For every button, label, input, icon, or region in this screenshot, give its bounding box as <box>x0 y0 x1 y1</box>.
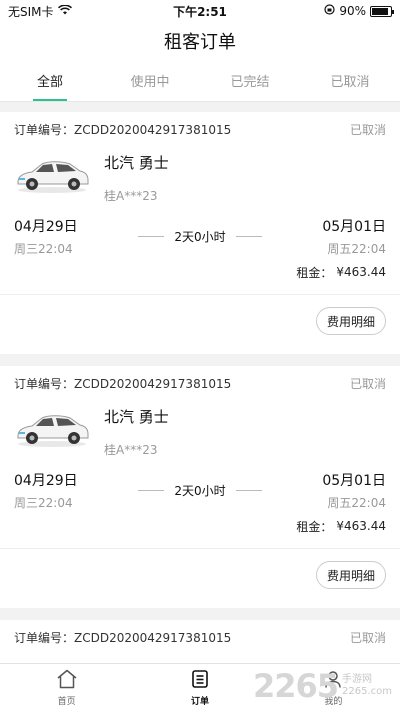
site-watermark: 2265 手游网 2265.com <box>253 667 392 705</box>
order-icon <box>190 669 210 692</box>
bottom-tab-label: 订单 <box>190 696 209 707</box>
car-name: 北汽 勇士 <box>104 408 169 426</box>
start-weekday-time: 周三22:04 <box>14 241 73 256</box>
status-right: 90% <box>324 4 394 18</box>
end-weekday-time: 周五22:04 <box>327 241 386 256</box>
license-plate: 桂A***23 <box>104 443 158 457</box>
bottom-tab-home[interactable]: 首页 <box>0 664 133 711</box>
bottom-tab-label: 首页 <box>57 696 76 707</box>
start-weekday-time: 周三22:04 <box>14 495 73 510</box>
car-image <box>14 146 90 202</box>
status-bar: 无SIM卡 下午2:51 90% <box>0 0 400 22</box>
order-status: 已取消 <box>349 630 386 645</box>
order-list: 订单编号：ZCDD2020042917381015 已取消 北汽 勇士 桂A**… <box>0 112 400 692</box>
status-left: 无SIM卡 <box>8 3 72 20</box>
order-card[interactable]: 订单编号：ZCDD2020042917381015 已取消 北汽 勇士 桂A**… <box>0 112 400 354</box>
tab-in-use[interactable]: 使用中 <box>100 60 200 101</box>
car-image <box>14 400 90 456</box>
watermark-text-cn: 手游网 <box>342 674 372 685</box>
car-info: 北汽 勇士 桂A***23 <box>104 146 169 214</box>
nav-bar: 租客订单 <box>0 22 400 60</box>
start-time: 04月29日 周三22:04 <box>14 470 94 511</box>
page-title: 租客订单 <box>164 32 236 53</box>
car-name: 北汽 勇士 <box>104 154 169 172</box>
rent-value: ¥463.44 <box>336 519 386 533</box>
watermark-text: 手游网 2265.com <box>342 674 392 698</box>
end-time: 05月01日 周五22:04 <box>306 470 386 511</box>
order-status: 已取消 <box>349 122 386 137</box>
wifi-icon <box>57 4 72 18</box>
order-card[interactable]: 订单编号：ZCDD2020042917381015 已取消 北汽 勇士 桂A**… <box>0 366 400 608</box>
watermark-text-domain: 2265.com <box>342 686 392 697</box>
carrier-text: 无SIM卡 <box>8 4 54 19</box>
rental-period: 04月29日 周三22:04 2天0小时 05月01日 周五22:04 <box>0 468 400 512</box>
duration-text: 2天0小时 <box>174 229 226 244</box>
order-header: 订单编号：ZCDD2020042917381015 已取消 <box>0 620 400 654</box>
rental-duration: 2天0小时 <box>138 482 262 499</box>
order-number: 订单编号：ZCDD2020042917381015 <box>14 122 232 137</box>
start-date: 04月29日 <box>14 472 78 489</box>
rental-duration: 2天0小时 <box>138 228 262 245</box>
tab-cancelled[interactable]: 已取消 <box>300 60 400 101</box>
card-actions: 费用明细 <box>0 549 400 601</box>
end-time: 05月01日 周五22:04 <box>306 216 386 257</box>
rent-row: 租金： ¥463.44 <box>0 512 400 540</box>
rent-row: 租金： ¥463.44 <box>0 258 400 286</box>
duration-line-left <box>138 489 165 491</box>
car-info: 北汽 勇士 桂A***23 <box>104 400 169 468</box>
order-status: 已取消 <box>349 376 386 391</box>
duration-text: 2天0小时 <box>174 483 226 498</box>
battery-fill <box>372 7 389 15</box>
rent-value: ¥463.44 <box>336 265 386 279</box>
end-date: 05月01日 <box>322 218 386 235</box>
duration-line-right <box>235 489 262 491</box>
fee-detail-button[interactable]: 费用明细 <box>315 561 386 589</box>
rent-label: 租金： <box>296 519 333 534</box>
rental-period: 04月29日 周三22:04 2天0小时 05月01日 周五22:04 <box>0 214 400 258</box>
home-icon <box>56 669 78 692</box>
fee-detail-button[interactable]: 费用明细 <box>315 307 386 335</box>
battery-icon <box>370 5 394 17</box>
start-date: 04月29日 <box>14 218 78 235</box>
end-weekday-time: 周五22:04 <box>327 495 386 510</box>
end-date: 05月01日 <box>322 472 386 489</box>
tab-all[interactable]: 全部 <box>0 60 100 101</box>
start-time: 04月29日 周三22:04 <box>14 216 94 257</box>
order-number: 订单编号：ZCDD2020042917381015 <box>14 630 232 645</box>
watermark-number: 2265 <box>252 667 339 705</box>
card-actions: 费用明细 <box>0 295 400 347</box>
car-row: 北汽 勇士 桂A***23 <box>0 400 400 468</box>
battery-percent: 90% <box>339 4 366 18</box>
order-tabs: 全部 使用中 已完结 已取消 <box>0 60 400 102</box>
tab-completed[interactable]: 已完结 <box>200 60 300 101</box>
bottom-tab-orders[interactable]: 订单 <box>133 664 266 711</box>
order-header: 订单编号：ZCDD2020042917381015 已取消 <box>0 112 400 146</box>
rotation-lock-icon <box>324 4 335 18</box>
rent-label: 租金： <box>296 265 333 280</box>
car-row: 北汽 勇士 桂A***23 <box>0 146 400 214</box>
order-number: 订单编号：ZCDD2020042917381015 <box>14 376 232 391</box>
order-header: 订单编号：ZCDD2020042917381015 已取消 <box>0 366 400 400</box>
license-plate: 桂A***23 <box>104 189 158 203</box>
duration-line-right <box>235 235 262 237</box>
duration-line-left <box>138 235 165 237</box>
